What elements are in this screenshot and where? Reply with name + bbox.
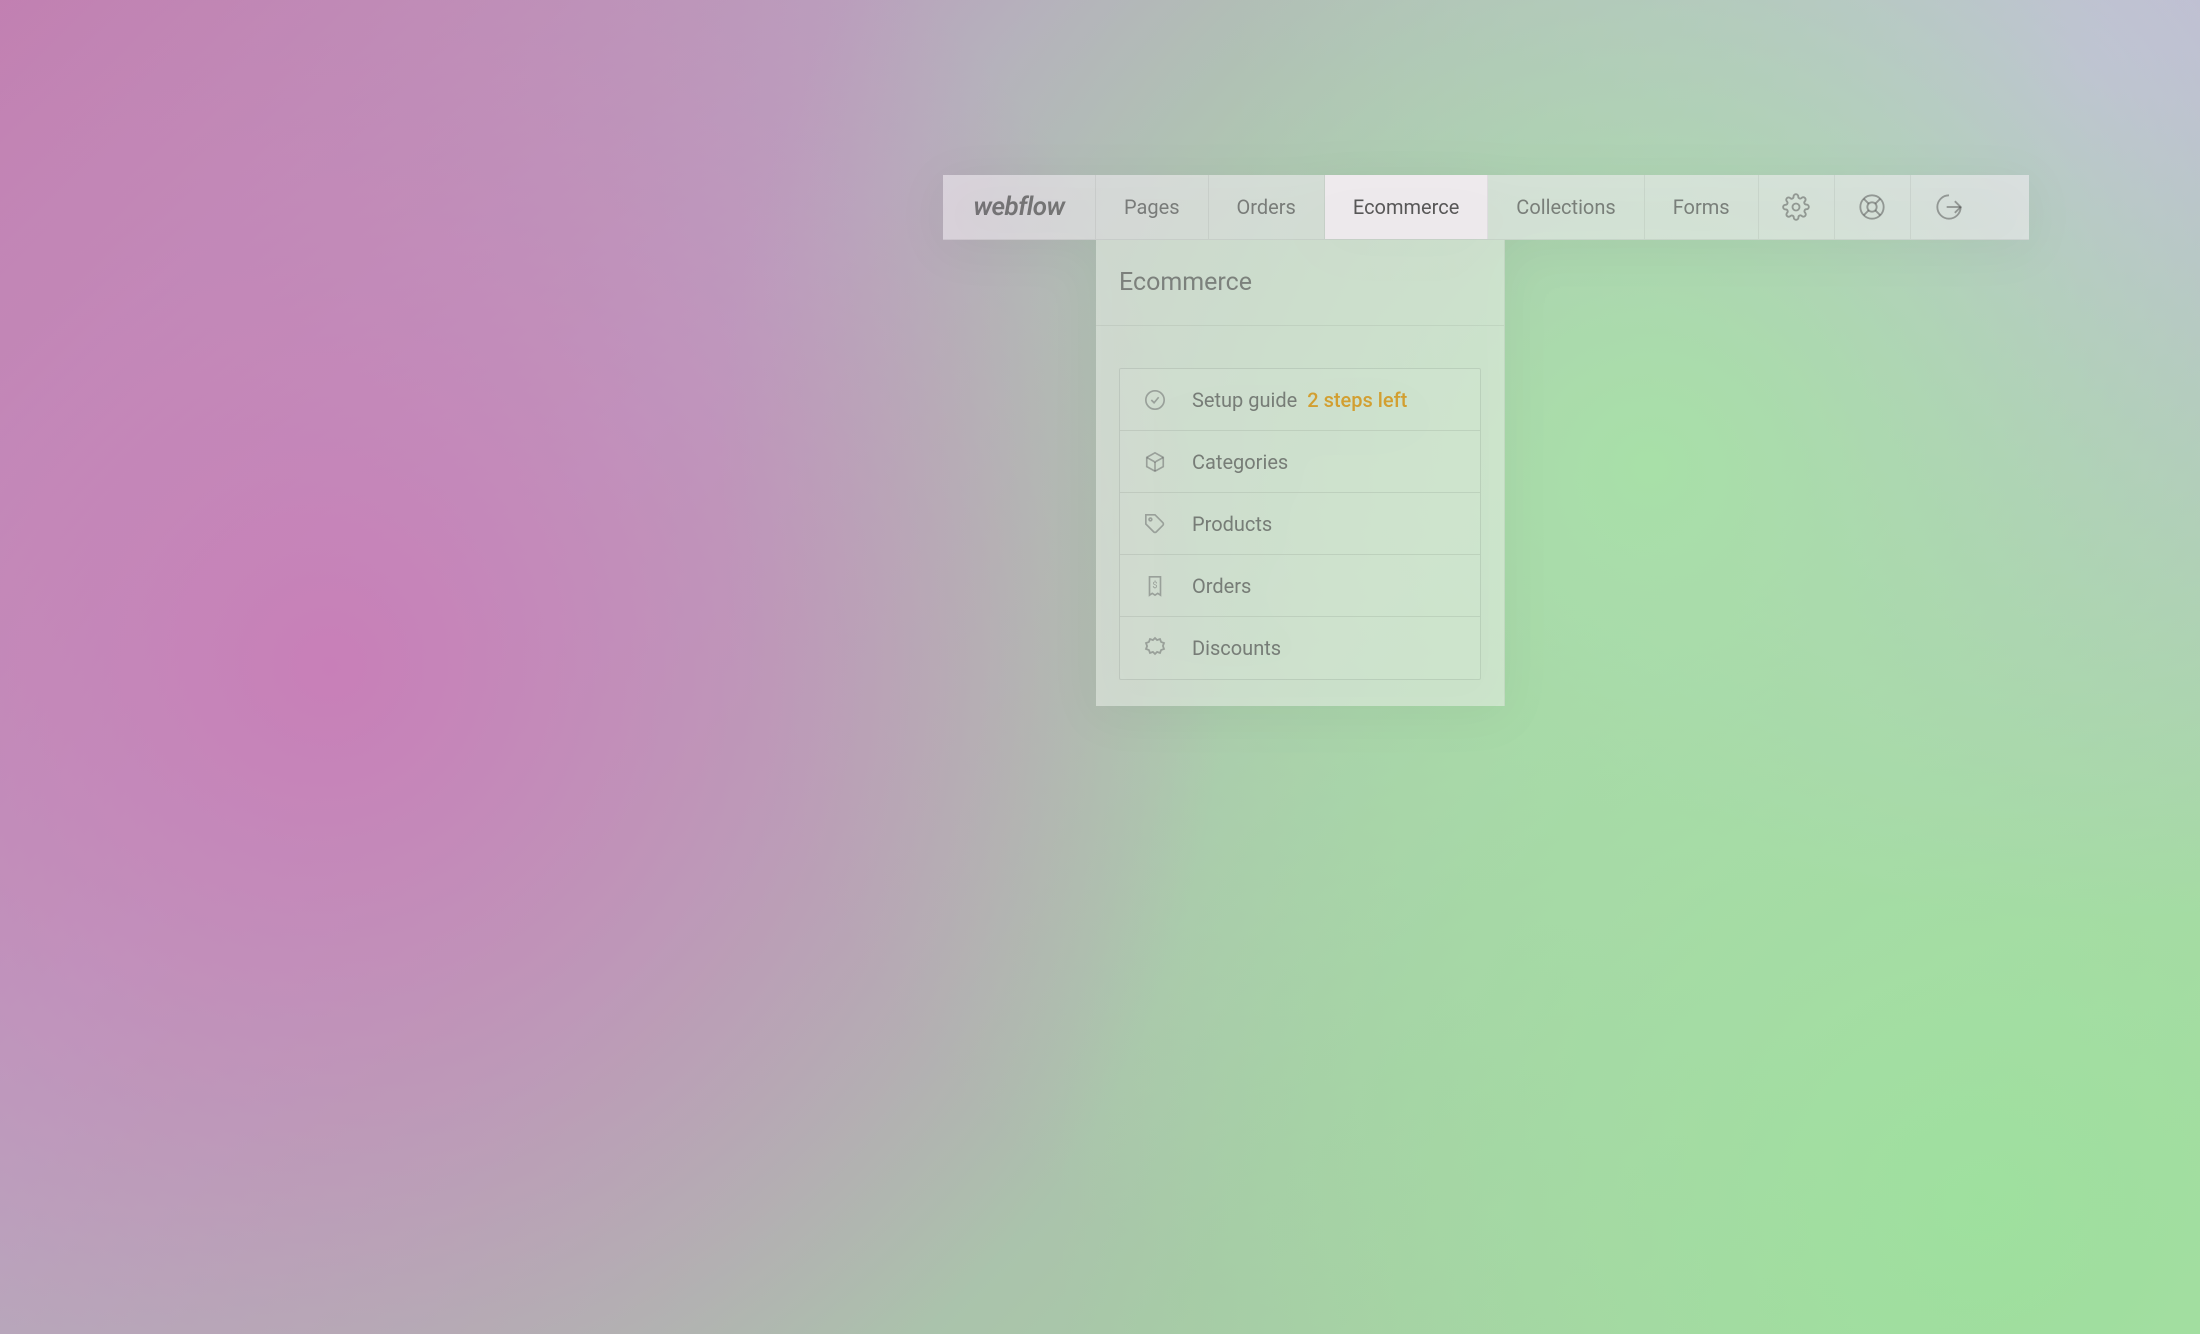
webflow-logo: webflow	[973, 192, 1064, 222]
tab-label: Pages	[1124, 195, 1180, 219]
ecommerce-panel: Ecommerce Setup guide 2 steps left	[1096, 240, 1505, 706]
cube-icon	[1142, 449, 1168, 475]
menu-item-label: Categories	[1192, 450, 1288, 474]
tab-forms[interactable]: Forms	[1645, 175, 1759, 239]
editor-panel: webflow Pages Orders Ecommerce Collectio…	[943, 175, 2029, 706]
menu-item-setup-guide[interactable]: Setup guide 2 steps left	[1120, 369, 1480, 431]
logo-cell[interactable]: webflow	[943, 175, 1096, 239]
tab-ecommerce[interactable]: Ecommerce	[1325, 175, 1488, 239]
tab-orders[interactable]: Orders	[1209, 175, 1325, 239]
top-bar: webflow Pages Orders Ecommerce Collectio…	[943, 175, 2029, 240]
menu-item-categories[interactable]: Categories	[1120, 431, 1480, 493]
tab-label: Orders	[1237, 195, 1296, 219]
help-icon	[1858, 193, 1886, 221]
exit-button[interactable]	[1911, 175, 1987, 239]
settings-button[interactable]	[1759, 175, 1835, 239]
panel-title: Ecommerce	[1119, 268, 1252, 297]
tab-pages[interactable]: Pages	[1096, 175, 1209, 239]
tab-collections[interactable]: Collections	[1488, 175, 1644, 239]
menu-item-label: Products	[1192, 512, 1272, 536]
icon-bar	[1759, 175, 1987, 239]
menu-item-discounts[interactable]: Discounts	[1120, 617, 1480, 679]
tab-label: Collections	[1516, 195, 1615, 219]
tab-label: Ecommerce	[1353, 195, 1459, 219]
ecommerce-menu: Setup guide 2 steps left Categories	[1119, 368, 1481, 680]
tab-bar: Pages Orders Ecommerce Collections Forms	[1096, 175, 1759, 239]
receipt-icon: $	[1142, 573, 1168, 599]
menu-item-products[interactable]: Products	[1120, 493, 1480, 555]
badge-icon	[1142, 635, 1168, 661]
menu-item-label: Orders	[1192, 574, 1251, 598]
tag-icon	[1142, 511, 1168, 537]
svg-text:$: $	[1152, 579, 1157, 590]
help-button[interactable]	[1835, 175, 1911, 239]
menu-item-label: Discounts	[1192, 636, 1281, 660]
steps-left-badge: 2 steps left	[1307, 388, 1407, 412]
gear-icon	[1782, 193, 1810, 221]
check-circle-icon	[1142, 387, 1168, 413]
exit-icon	[1935, 193, 1963, 221]
menu-item-orders[interactable]: $ Orders	[1120, 555, 1480, 617]
panel-header: Ecommerce	[1096, 240, 1504, 326]
tab-label: Forms	[1673, 195, 1730, 219]
menu-item-label: Setup guide	[1192, 388, 1297, 412]
